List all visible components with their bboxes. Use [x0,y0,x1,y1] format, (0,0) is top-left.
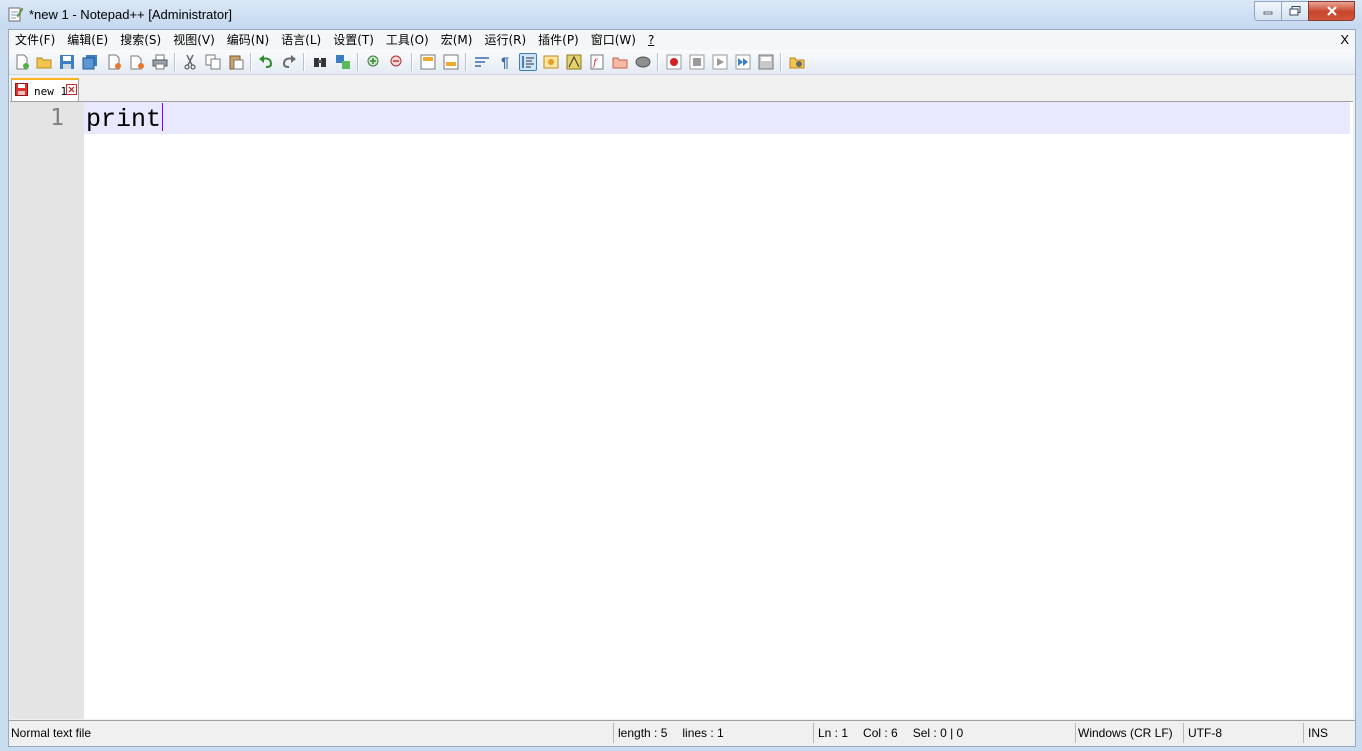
menu-file[interactable]: 文件(F) [9,30,61,50]
zoom-out-icon[interactable] [388,53,406,71]
save-all-icon[interactable] [81,53,99,71]
tab-new-1[interactable]: new 1 [11,78,79,101]
close-icon [1326,6,1337,16]
run-macro-multiple-icon[interactable] [734,53,752,71]
new-file-icon[interactable] [13,53,31,71]
close-all-icon[interactable] [128,53,146,71]
toolbar: ¶ f [9,50,1355,75]
play-macro-icon[interactable] [711,53,729,71]
minimize-icon [1263,11,1273,15]
menu-view[interactable]: 视图(V) [167,30,221,50]
show-all-chars-icon[interactable]: ¶ [496,53,514,71]
menu-tools[interactable]: 工具(O) [380,30,435,50]
stop-record-icon[interactable] [688,53,706,71]
status-eol[interactable]: Windows (CR LF) [1076,723,1184,743]
document-map-icon[interactable] [565,53,583,71]
code-line[interactable]: print [86,103,164,134]
function-list-icon[interactable]: f [588,53,606,71]
status-ln: Ln : 1 [818,726,849,740]
copy-icon[interactable] [204,53,222,71]
menu-encoding[interactable]: 编码(N) [221,30,275,50]
menu-language[interactable]: 语言(L) [275,30,327,50]
open-file-icon[interactable] [35,53,53,71]
folder-as-workspace-icon[interactable] [611,53,629,71]
undo-icon[interactable] [257,53,275,71]
menu-macro[interactable]: 宏(M) [435,30,479,50]
paste-icon[interactable] [227,53,245,71]
maximize-button[interactable] [1281,1,1308,21]
indent-guide-icon[interactable] [519,53,537,71]
sync-horizontal-icon[interactable] [442,53,460,71]
unsaved-file-icon [15,83,28,96]
save-macro-icon[interactable] [757,53,775,71]
menu-bar: 文件(F) 编辑(E) 搜索(S) 视图(V) 编码(N) 语言(L) 设置(T… [9,30,1355,50]
user-defined-language-icon[interactable] [542,53,560,71]
tab-close-icon[interactable] [66,84,77,95]
code-text: print [86,105,162,134]
menu-run[interactable]: 运行(R) [478,30,532,50]
restore-icon [1289,6,1301,16]
status-position: Ln : 1 Col : 6 Sel : 0 | 0 [816,723,1076,743]
close-window-button[interactable] [1308,1,1355,21]
window-title: *new 1 - Notepad++ [Administrator] [29,7,233,22]
menu-search[interactable]: 搜索(S) [114,30,167,50]
cut-icon[interactable] [181,53,199,71]
status-insert-mode[interactable]: INS [1306,723,1352,743]
monitoring-icon[interactable] [634,53,652,71]
menu-edit[interactable]: 编辑(E) [61,30,114,50]
zoom-in-icon[interactable] [365,53,383,71]
status-length-lines: length : 5 lines : 1 [616,723,814,743]
line-number: 1 [50,105,64,131]
status-file-type: Normal text file [9,723,614,743]
status-bar: Normal text file length : 5 lines : 1 Ln … [9,720,1355,745]
status-sel: Sel : 0 | 0 [912,726,964,740]
notepad-icon [8,7,23,22]
document-tab-bar: new 1 [9,75,1355,101]
minimize-button[interactable] [1254,1,1281,21]
current-line-highlight [84,102,1350,134]
sync-vertical-icon[interactable] [419,53,437,71]
line-number-gutter: 1 [10,102,84,719]
editor-area[interactable]: 1 print [10,101,1353,719]
redo-icon[interactable] [280,53,298,71]
menu-help[interactable]: ? [642,30,660,50]
app-client-area: 文件(F) 编辑(E) 搜索(S) 视图(V) 编码(N) 语言(L) 设置(T… [8,29,1356,747]
status-col: Col : 6 [863,726,898,740]
status-length: length : 5 [618,726,668,740]
menu-window[interactable]: 窗口(W) [585,30,642,50]
print-icon[interactable] [151,53,169,71]
plugin-icon[interactable] [788,53,806,71]
word-wrap-icon[interactable] [473,53,491,71]
close-document-button[interactable]: X [1340,32,1349,47]
text-caret [162,103,164,132]
status-lines: lines : 1 [682,726,724,740]
menu-plugins[interactable]: 插件(P) [532,30,585,50]
window-controls [1254,1,1355,21]
status-encoding[interactable]: UTF-8 [1186,723,1304,743]
record-macro-icon[interactable] [665,53,683,71]
tab-label: new 1 [34,85,68,98]
close-file-icon[interactable] [105,53,123,71]
title-bar[interactable]: *new 1 - Notepad++ [Administrator] [0,0,1362,29]
menu-settings[interactable]: 设置(T) [327,30,380,50]
save-icon[interactable] [58,53,76,71]
find-icon[interactable] [311,53,329,71]
replace-icon[interactable] [334,53,352,71]
